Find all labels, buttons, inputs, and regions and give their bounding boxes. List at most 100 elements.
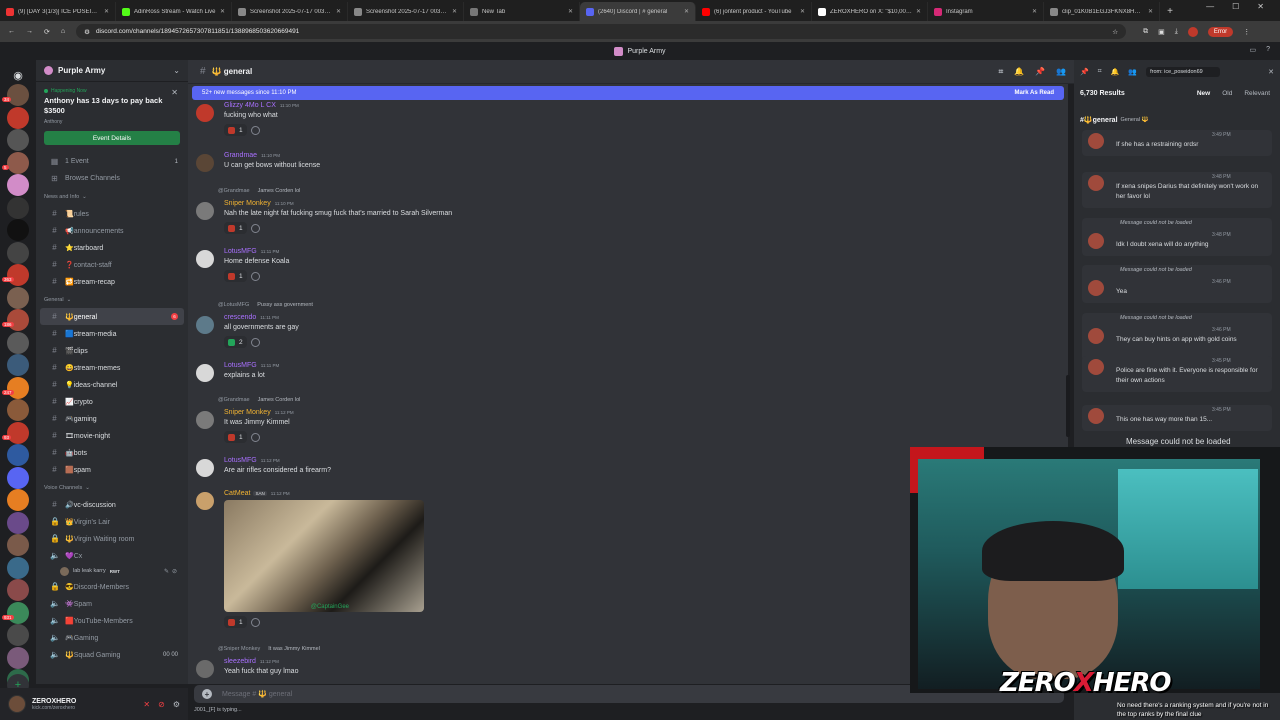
avatar[interactable] (196, 459, 214, 477)
message-author[interactable]: Sniper Monkey 11:12 PM (224, 409, 294, 416)
sort-new[interactable]: New (1197, 90, 1210, 97)
category-header[interactable]: General ⌄ (36, 292, 188, 308)
message-author[interactable]: Sniper Monkey 11:10 PM (224, 200, 294, 207)
add-reaction-icon[interactable] (250, 337, 260, 347)
browser-tab[interactable]: (6) jontent product - YouTube ✕ (696, 2, 812, 21)
avatar[interactable] (8, 695, 26, 713)
reply-preview[interactable]: @Grandmae James Corden lol (218, 188, 300, 194)
search-result[interactable]: 3:49 PM If she has a restraining ordsr (1082, 130, 1272, 156)
browser-tab[interactable]: Screenshot 2025-07-17 003938 ✕ (348, 2, 464, 21)
members-icon[interactable]: 👥 (1056, 67, 1066, 77)
server-icon[interactable] (7, 309, 29, 331)
threads-icon[interactable]: ⌗ (1098, 68, 1102, 76)
avatar[interactable] (196, 660, 214, 678)
server-icon[interactable] (7, 106, 29, 129)
sort-old[interactable]: Old (1222, 90, 1232, 97)
server-icon[interactable] (7, 399, 29, 421)
channel-item[interactable]: # 🔁stream-recap (40, 273, 184, 290)
server-icon[interactable] (7, 264, 29, 286)
voice-user[interactable]: lab leak karry RWT ✎⊘ (36, 564, 188, 578)
avatar[interactable] (196, 250, 214, 268)
server-icon[interactable] (7, 556, 29, 579)
menu-icon[interactable]: ⋮ (1243, 28, 1250, 36)
profile-avatar[interactable] (1187, 26, 1198, 37)
forward-icon[interactable]: → (26, 28, 33, 35)
mic-muted-icon[interactable]: ✕ (143, 700, 150, 709)
channel-item[interactable]: 🔈 👾Spam (40, 595, 184, 612)
message-image[interactable]: @CaptainGee (224, 500, 424, 612)
mark-as-read-button[interactable]: Mark As Read (1015, 90, 1054, 96)
search-result[interactable]: Message could not be loaded 3:46 PM Yea (1082, 265, 1272, 303)
close-tab-icon[interactable]: ✕ (1032, 8, 1037, 15)
channel-item[interactable]: # 🎬clips (40, 342, 184, 359)
channel-item[interactable]: 🔈 💜Cx (40, 547, 184, 564)
add-attachment-icon[interactable]: + (202, 689, 212, 699)
close-icon[interactable]: ✕ (171, 88, 178, 97)
channel-item[interactable]: # ⭐starboard (40, 239, 184, 256)
home-icon[interactable]: ⌂ (61, 28, 65, 35)
avatar[interactable] (196, 492, 214, 510)
server-icon[interactable] (7, 646, 29, 669)
close-tab-icon[interactable]: ✕ (800, 8, 805, 15)
message-author[interactable]: LotusMFG 11:11 PM (224, 248, 279, 255)
browser-tab[interactable]: Screenshot 2025-07-17 003931 ✕ (232, 2, 348, 21)
add-reaction-icon[interactable] (250, 223, 260, 233)
browser-tab[interactable]: New Tab ✕ (464, 2, 580, 21)
message-author[interactable]: Grandmae 11:10 PM (224, 152, 280, 159)
avatar[interactable] (196, 104, 214, 122)
channel-item[interactable]: # 🔱general 6 (40, 308, 184, 325)
add-reaction-icon[interactable] (250, 617, 260, 627)
channel-item[interactable]: # 🎞movie-night (40, 427, 184, 444)
server-icon[interactable] (7, 354, 29, 376)
threads-icon[interactable]: ⌗ (999, 67, 1004, 77)
server-icon[interactable] (7, 331, 29, 354)
bookmark-star-icon[interactable]: ☆ (1112, 28, 1118, 36)
maximize-icon[interactable]: ☐ (1232, 2, 1239, 11)
server-icon[interactable] (7, 376, 29, 399)
server-icon[interactable] (7, 151, 29, 174)
pin-icon[interactable]: 📌 (1035, 67, 1045, 77)
pin-icon[interactable]: 📌 (1080, 68, 1089, 76)
server-icon[interactable] (7, 286, 29, 309)
channel-item[interactable]: # 🟫spam (40, 461, 184, 478)
reload-icon[interactable]: ⟳ (44, 28, 50, 36)
site-info-icon[interactable]: ⚙ (84, 28, 90, 36)
avatar[interactable] (196, 316, 214, 334)
back-icon[interactable]: ← (8, 28, 15, 35)
channel-item[interactable]: 🔒 😎Discord-Members (40, 578, 184, 595)
discord-home-icon[interactable]: ◉ (7, 64, 29, 86)
server-icon[interactable] (7, 84, 29, 106)
message-author[interactable]: CatMeat SAN 11:12 PM (224, 490, 290, 497)
channel-item[interactable]: # 🤖bots (40, 444, 184, 461)
category-header[interactable]: Voice Channels ⌄ (36, 480, 188, 496)
close-tab-icon[interactable]: ✕ (568, 8, 573, 15)
notification-icon[interactable]: 🔔 (1111, 68, 1120, 76)
server-icon[interactable] (7, 129, 29, 151)
server-icon[interactable] (7, 241, 29, 264)
extensions-icon[interactable]: ⧉ (1143, 28, 1148, 36)
new-tab-icon[interactable]: + (1160, 2, 1180, 21)
message-author[interactable]: sleezebird 11:12 PM (224, 658, 279, 665)
server-icon[interactable] (7, 444, 29, 466)
notification-icon[interactable]: 🔔 (1014, 67, 1024, 77)
message-author[interactable]: crescendo 11:11 PM (224, 314, 279, 321)
server-icon[interactable] (7, 511, 29, 534)
reply-preview[interactable]: @Grandmae James Corden lol (218, 397, 300, 403)
message-author[interactable]: LotusMFG 11:12 PM (224, 457, 280, 464)
reaction-chip[interactable]: 1 (224, 124, 247, 136)
inbox-icon[interactable]: ▭ (1249, 46, 1256, 54)
server-icon[interactable] (7, 579, 29, 601)
server-icon[interactable] (7, 466, 29, 489)
avatar[interactable] (196, 154, 214, 172)
server-icon[interactable] (7, 534, 29, 556)
message-author[interactable]: LotusMFG 11:11 PM (224, 362, 279, 369)
channel-item[interactable]: 🔈 🟥YouTube-Members (40, 612, 184, 629)
event-details-button[interactable]: Event Details (44, 131, 180, 145)
close-tab-icon[interactable]: ✕ (1148, 8, 1153, 15)
close-tab-icon[interactable]: ✕ (220, 8, 225, 15)
search-result[interactable]: Message could not be loaded 3:48 PM Idk I … (1082, 218, 1272, 256)
download-icon[interactable]: ⤓ (1175, 28, 1178, 36)
error-button[interactable]: Error (1207, 26, 1234, 37)
channel-item[interactable]: 🔈 🎮Gaming (40, 629, 184, 646)
server-icon[interactable] (7, 219, 29, 241)
